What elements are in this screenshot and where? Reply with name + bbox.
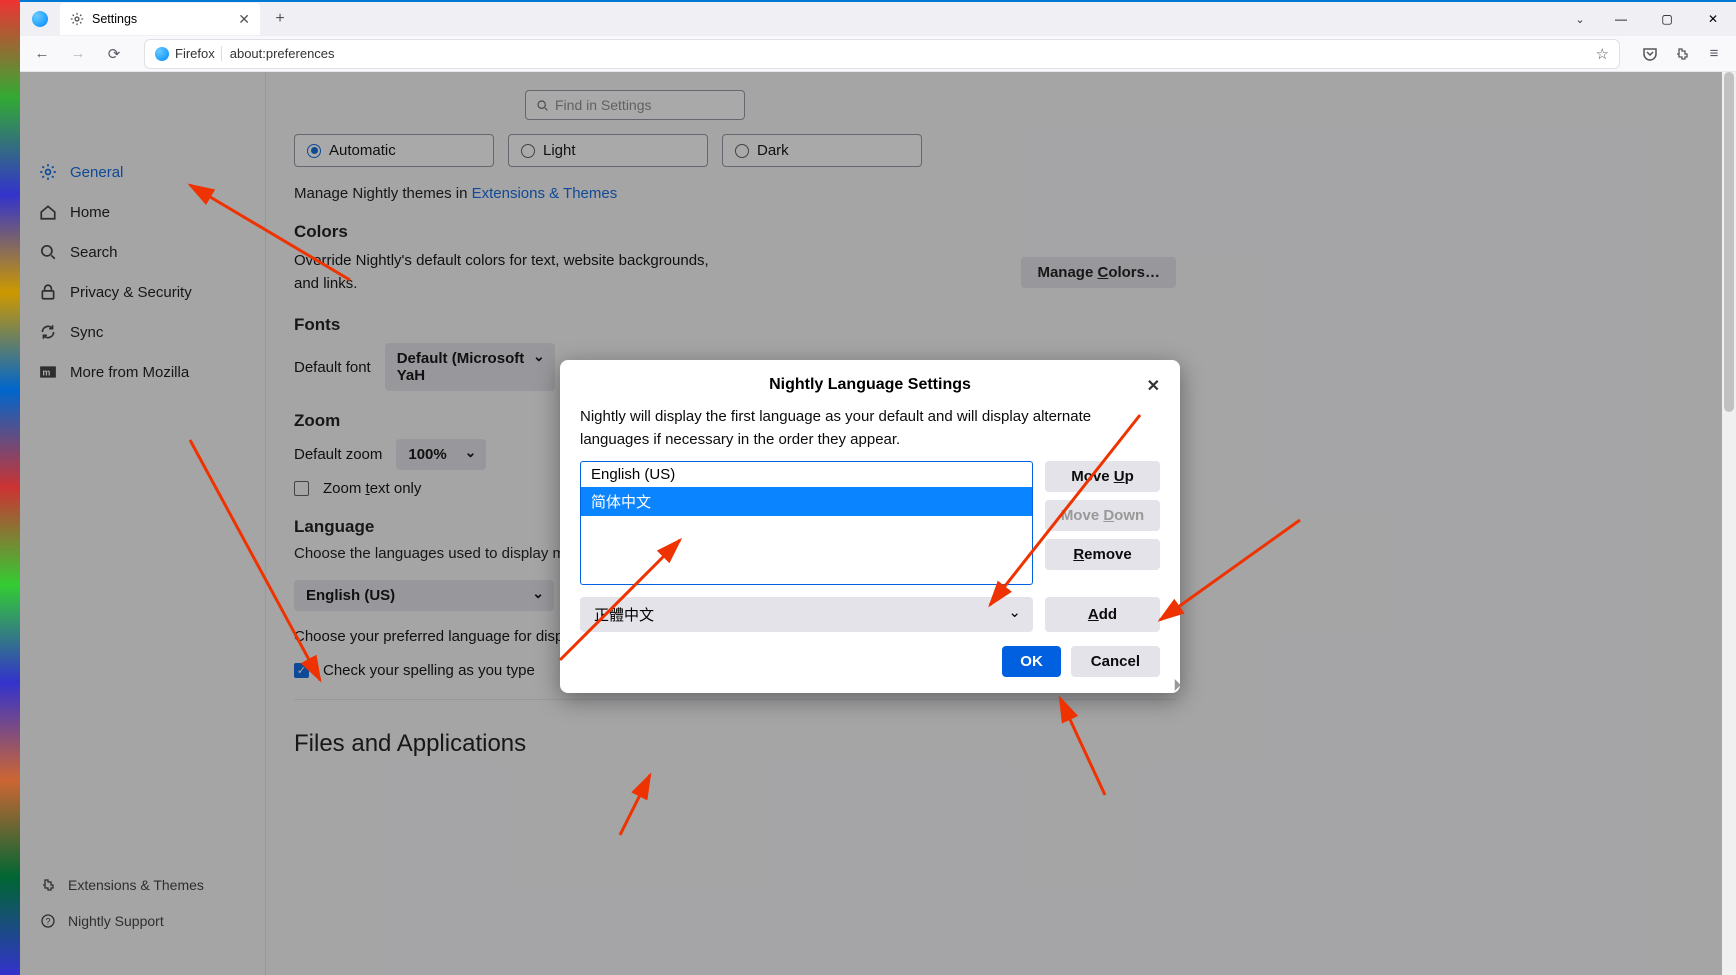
url-bar[interactable]: Firefox about:preferences ☆ — [144, 39, 1620, 69]
bookmark-star-icon[interactable]: ☆ — [1596, 45, 1609, 63]
language-settings-dialog: Nightly Language Settings ✕ Nightly will… — [560, 360, 1180, 693]
dialog-title: Nightly Language Settings ✕ — [580, 376, 1160, 394]
move-up-button[interactable]: Move Up — [1045, 461, 1160, 492]
move-down-button: Move Down — [1045, 500, 1160, 531]
language-item-english[interactable]: English (US) — [581, 462, 1032, 487]
cancel-button[interactable]: Cancel — [1071, 646, 1160, 677]
tab-strip: Settings ✕ + ⌄ — ▢ ✕ — [20, 0, 1736, 36]
language-list[interactable]: English (US) 简体中文 — [580, 461, 1033, 585]
page-scrollbar[interactable] — [1722, 72, 1736, 975]
ok-button[interactable]: OK — [1002, 646, 1061, 677]
os-taskbar-stripe — [0, 0, 20, 975]
url-address: about:preferences — [230, 46, 335, 61]
extensions-icon[interactable] — [1668, 40, 1696, 68]
nightly-orb-icon — [32, 11, 48, 27]
window-close[interactable]: ✕ — [1690, 3, 1736, 35]
gear-icon — [70, 12, 84, 26]
dialog-close-button[interactable]: ✕ — [1147, 376, 1160, 396]
identity-icon — [155, 47, 169, 61]
window-minimize[interactable]: — — [1598, 3, 1644, 35]
app-menu-button[interactable]: ≡ — [1700, 40, 1728, 68]
dialog-description: Nightly will display the first language … — [580, 406, 1160, 451]
app-menu-icon[interactable] — [20, 1, 60, 37]
language-item-chinese-simplified[interactable]: 简体中文 — [581, 487, 1032, 516]
tab-close-icon[interactable]: ✕ — [238, 11, 250, 28]
browser-tab-settings[interactable]: Settings ✕ — [60, 3, 260, 35]
add-language-select[interactable]: 正體中文 — [580, 597, 1033, 632]
forward-button[interactable]: → — [64, 40, 92, 68]
new-tab-button[interactable]: + — [266, 5, 294, 33]
browser-toolbar: ← → ⟳ Firefox about:preferences ☆ ≡ — [20, 36, 1736, 72]
window-maximize[interactable]: ▢ — [1644, 3, 1690, 35]
back-button[interactable]: ← — [28, 40, 56, 68]
tab-list-button[interactable]: ⌄ — [1562, 3, 1598, 35]
pocket-icon[interactable] — [1636, 40, 1664, 68]
url-identity: Firefox — [175, 46, 215, 61]
tab-title: Settings — [92, 12, 137, 26]
remove-button[interactable]: Remove — [1045, 539, 1160, 570]
add-button[interactable]: Add — [1045, 597, 1160, 632]
scrollbar-thumb[interactable] — [1724, 72, 1734, 412]
reload-button[interactable]: ⟳ — [100, 40, 128, 68]
